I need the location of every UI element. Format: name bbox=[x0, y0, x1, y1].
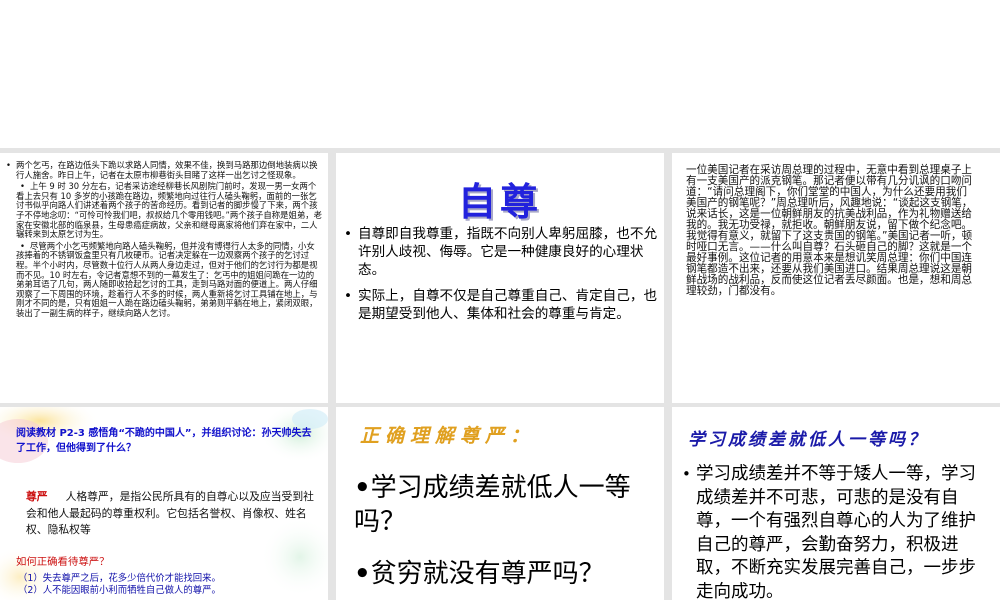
bullet-dot-icon: • bbox=[344, 288, 353, 304]
bullet-dot-icon: • bbox=[354, 473, 371, 503]
bullet-dot-icon: • bbox=[354, 559, 371, 589]
slide-4-definition-text: 人格尊严，是指公民所具有的自尊心以及应当受到社会和他人最起码的尊重权利。它包括名… bbox=[26, 490, 314, 536]
slide-2-bullet-text: 实际上，自尊不仅是自己尊重自己、肯定自己，也是期望受到他人、集体和社会的尊重与肯… bbox=[358, 288, 658, 322]
slide-4-definition: 尊严 人格尊严，是指公民所具有的自尊心以及应当受到社会和他人最起码的尊重权利。它包… bbox=[26, 489, 316, 539]
slide-5-bullet-text: 贫穷就没有尊严吗？ bbox=[370, 559, 605, 589]
slide-2-bullet-text: 自尊即自我尊重，指既不向别人卑躬屈膝，也不允许别人歧视、侮辱。它是一种健康良好的… bbox=[358, 226, 658, 278]
slide-4-question: 如何正确看待尊严？ bbox=[16, 556, 110, 568]
slide-2-bullet: • 自尊即自我尊重，指既不向别人卑躬屈膝，也不允许别人歧视、侮辱。它是一种健康良… bbox=[344, 225, 658, 279]
slide-1-paragraph: 两个乞丐，在路边低头下跪以求路人同情，效果不佳，换到马路那边倒地装病以换行人施舍… bbox=[6, 160, 322, 180]
slide-6-bullet: • 学习成绩差并不等于矮人一等，学习成绩差并不可悲，可悲的是没有自尊，一个有强烈… bbox=[682, 463, 992, 600]
bullet-dot-icon: • bbox=[682, 465, 691, 483]
slide-4-list-item: （1）失去尊严之后，花多少倍代价才能找回来。 bbox=[18, 573, 221, 584]
slide-2-bullet: • 实际上，自尊不仅是自己尊重自己、肯定自己，也是期望受到他人、集体和社会的尊重… bbox=[344, 287, 658, 323]
slide-thumbnail-6[interactable]: 学习成绩差就低人一等吗？ • 学习成绩差并不等于矮人一等，学习成绩差并不可悲，可… bbox=[672, 407, 1000, 600]
slide-5-bullet: •贫穷就没有尊严吗？ bbox=[354, 557, 654, 591]
slide-1-paragraph: 尽管两个小乞丐频繁地向路人磕头鞠躬，但并没有博得行人太多的同情，小女孩捧着的不锈… bbox=[6, 241, 322, 319]
slide-6-title: 学习成绩差就低人一等吗？ bbox=[688, 430, 928, 450]
slide-thumbnail-3[interactable]: 一位美国记者在采访周总理的过程中，无意中看到总理桌子上有一支美国产的派克钢笔。那… bbox=[672, 153, 1000, 403]
slide-thumbnail-1[interactable]: 两个乞丐，在路边低头下跪以求路人同情，效果不佳，换到马路那边倒地装病以换行人施舍… bbox=[0, 153, 328, 403]
slide-1-paragraph: 上午 9 时 30 分左右，记者采访途经柳巷长风剧院门前时，发现一男一女两个看上… bbox=[6, 181, 322, 240]
slide-4-term: 尊严 bbox=[26, 490, 48, 503]
slide-5-title: 正确理解尊严： bbox=[360, 425, 536, 447]
slide-6-bullet-text: 学习成绩差并不等于矮人一等，学习成绩差并不可悲，可悲的是没有自尊，一个有强烈自尊… bbox=[696, 464, 976, 600]
slide-5-bullet-text: 学习成绩差就低人一等吗？ bbox=[354, 473, 631, 537]
slide-thumbnail-5[interactable]: 正确理解尊严： •学习成绩差就低人一等吗？ •贫穷就没有尊严吗？ bbox=[336, 407, 664, 600]
slide-4-prompt: 阅读教材 P2-3 感悟角“不跪的中国人”，并组织讨论：孙天帅失去了工作，但他得… bbox=[16, 428, 312, 454]
slide-thumbnail-4[interactable]: 阅读教材 P2-3 感悟角“不跪的中国人”，并组织讨论：孙天帅失去了工作，但他得… bbox=[0, 407, 328, 600]
slide-1-body: 两个乞丐，在路边低头下跪以求路人同情，效果不佳，换到马路那边倒地装病以换行人施舍… bbox=[6, 160, 322, 321]
slide-4-list-item: （2）人不能因眼前小利而牺牲自己做人的尊严。 bbox=[18, 585, 221, 596]
slide-2-title: 自尊 bbox=[457, 180, 542, 224]
slide-thumbnail-2[interactable]: 自尊 • 自尊即自我尊重，指既不向别人卑躬屈膝，也不允许别人歧视、侮辱。它是一种… bbox=[336, 153, 664, 403]
bullet-dot-icon: • bbox=[344, 226, 353, 242]
slide-5-bullet: •学习成绩差就低人一等吗？ bbox=[354, 471, 654, 539]
slide-4-list: （1）失去尊严之后，花多少倍代价才能找回来。 （2）人不能因眼前小利而牺牲自己做… bbox=[18, 573, 318, 597]
slide-3-body: 一位美国记者在采访周总理的过程中，无意中看到总理桌子上有一支美国产的派克钢笔。那… bbox=[686, 164, 973, 297]
